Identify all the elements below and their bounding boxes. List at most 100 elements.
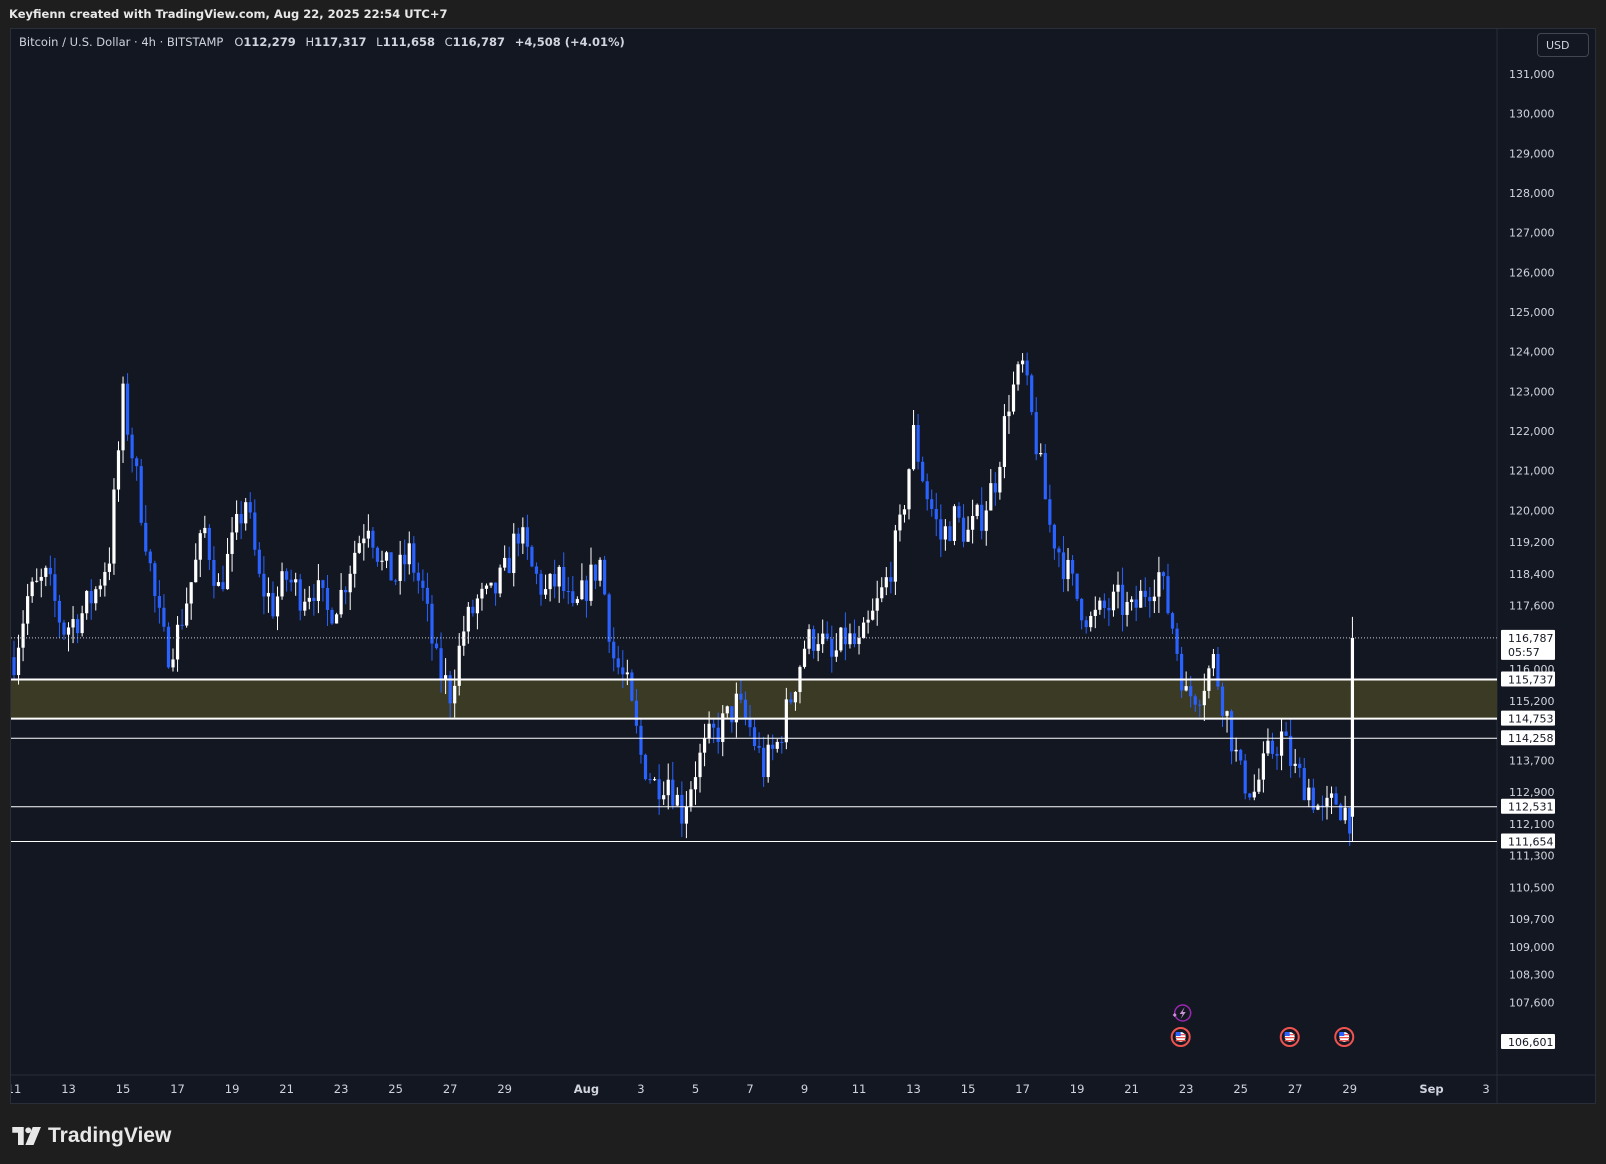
- candle-body: [1161, 572, 1166, 577]
- candle-body: [589, 564, 593, 601]
- candle-body: [1266, 740, 1270, 754]
- candle-body: [1125, 601, 1129, 615]
- candle-body: [1011, 384, 1016, 412]
- candle-body: [389, 552, 393, 581]
- candle-body: [821, 633, 825, 645]
- candle-body: [1107, 607, 1111, 611]
- y-tick-label: 125,000: [1509, 306, 1555, 319]
- x-tick-label: 15: [961, 1082, 976, 1096]
- tradingview-logo: TradingView: [12, 1124, 171, 1148]
- candle-body: [839, 627, 843, 651]
- x-tick-label: 21: [279, 1082, 294, 1096]
- x-tick-label: 13: [61, 1082, 76, 1096]
- candle-body: [1002, 416, 1007, 467]
- candle-body: [671, 779, 675, 806]
- us-flag-event-icon[interactable]: [1170, 1027, 1191, 1047]
- candle-body: [1307, 787, 1311, 801]
- candle-body: [1343, 807, 1347, 821]
- candle-body: [275, 596, 280, 617]
- x-tick-label: 3: [1482, 1082, 1489, 1096]
- candle-body: [843, 627, 848, 645]
- candle-body: [884, 577, 888, 588]
- candle-body: [902, 509, 907, 515]
- candle-body: [1116, 584, 1120, 592]
- y-tick-label: 129,000: [1509, 147, 1555, 160]
- candle-body: [1284, 731, 1288, 736]
- y-tick-label: 112,100: [1509, 818, 1555, 831]
- candle-body: [1293, 763, 1297, 766]
- candle-body: [62, 622, 66, 635]
- candle-body: [112, 489, 116, 564]
- candle-body: [489, 582, 493, 586]
- us-flag-event-icon[interactable]: [1334, 1027, 1355, 1047]
- candle-body: [861, 622, 866, 639]
- candle-body: [1298, 763, 1302, 768]
- candle-body: [562, 566, 566, 592]
- candle-body: [725, 706, 729, 714]
- candle-body: [648, 779, 652, 781]
- currency-button[interactable]: USD: [1537, 33, 1589, 57]
- high-value: 117,317: [314, 35, 367, 49]
- candle-body: [952, 506, 957, 541]
- candle-body: [793, 692, 798, 703]
- candle-body: [289, 579, 293, 583]
- candle-body: [807, 629, 811, 649]
- candle-body: [584, 580, 589, 601]
- low-label: L: [376, 35, 383, 49]
- candle-body: [1239, 749, 1243, 761]
- candle-body: [630, 672, 634, 701]
- x-tick-label: 9: [801, 1082, 808, 1096]
- candle-body: [534, 566, 539, 574]
- candle-body: [1030, 375, 1034, 413]
- candle-body: [1175, 628, 1179, 654]
- us-flag-icon-stripe: [1339, 1037, 1350, 1039]
- close-value: 116,787: [452, 35, 506, 49]
- chart-pane[interactable]: 131,000 130,000 129,000 128,000 127,000 126,0…: [10, 28, 1596, 1104]
- candle-body: [698, 752, 702, 778]
- candle-body: [1043, 453, 1047, 500]
- candle-body: [971, 515, 975, 530]
- x-tick-label: 23: [1179, 1082, 1194, 1096]
- y-tick-label: 127,000: [1509, 227, 1555, 240]
- candle-body: [1084, 620, 1088, 628]
- y-tick-label: 121,000: [1509, 465, 1555, 478]
- candle-body: [1234, 749, 1238, 752]
- candle-body: [1070, 559, 1075, 574]
- candle-body: [612, 641, 616, 659]
- lightning-event-icon[interactable]: [1172, 1004, 1192, 1022]
- candle-body: [762, 747, 766, 778]
- candle-body: [103, 571, 107, 586]
- support-resistance-zone: [11, 679, 1497, 719]
- candle-body: [1093, 609, 1097, 616]
- candle-body: [394, 580, 398, 582]
- candle-body: [1102, 600, 1106, 608]
- price-chart[interactable]: 131,000 130,000 129,000 128,000 127,000 126,0…: [11, 29, 1596, 1104]
- y-tick-label: 130,000: [1509, 108, 1555, 121]
- candle-body: [493, 582, 498, 594]
- us-flag-icon-stripe: [1175, 1037, 1186, 1039]
- candle-body: [471, 606, 475, 614]
- candle-body: [407, 543, 411, 565]
- candle-body: [121, 383, 125, 451]
- low-value: 111,658: [382, 35, 435, 49]
- candle-body: [1080, 598, 1084, 621]
- y-tick-label: 120,000: [1509, 504, 1555, 517]
- candle-body: [1302, 767, 1306, 801]
- candle-body: [1325, 797, 1329, 807]
- candle-body: [80, 613, 84, 634]
- us-flag-event-icon[interactable]: [1279, 1027, 1300, 1047]
- candle-body: [1316, 805, 1320, 810]
- symbol-legend: Bitcoin / U.S. Dollar · 4h · BITSTAMP O1…: [19, 35, 625, 49]
- candle-body: [162, 607, 166, 627]
- candle-body: [802, 648, 807, 667]
- candle-body: [553, 573, 557, 587]
- y-tick-label: 110,500: [1509, 881, 1555, 894]
- candle-body: [898, 514, 902, 531]
- candle-body: [266, 592, 271, 597]
- x-tick-label: 27: [443, 1082, 458, 1096]
- price-label-text: 112,531: [1508, 801, 1554, 814]
- us-flag-icon-stripe: [1175, 1040, 1186, 1042]
- chart-attribution: Keyfienn created with TradingView.com, A…: [0, 0, 1606, 28]
- candle-body: [339, 589, 343, 615]
- candle-body: [730, 706, 734, 723]
